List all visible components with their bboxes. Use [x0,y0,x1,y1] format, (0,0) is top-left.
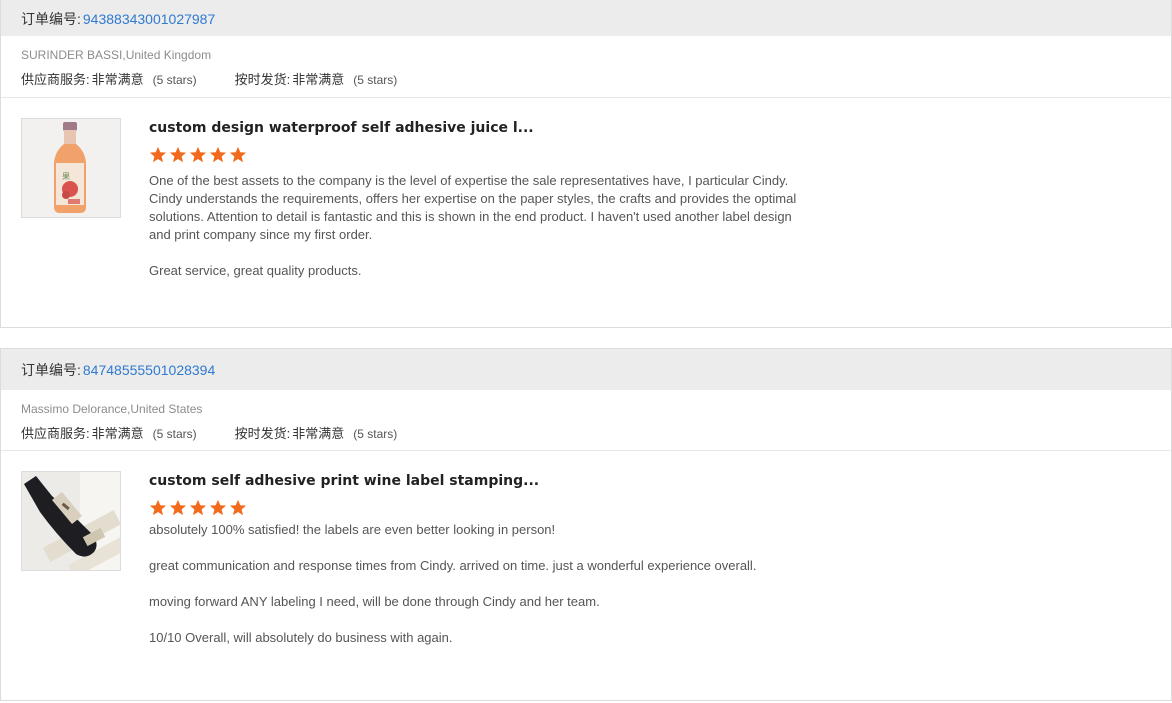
wine-bottle-image [22,472,120,570]
review-paragraph: Great service, great quality products. [149,263,362,278]
order-number-link[interactable]: 84748555501028394 [83,362,215,378]
star-rating [149,499,1151,517]
ratings-row: 供应商服务: 非常满意 (5 stars) 按时发货: 非常满意 (5 star… [21,426,1151,442]
product-title-link[interactable]: custom self adhesive print wine label st… [149,472,1151,490]
supplier-service-value: 非常满意 [91,426,144,441]
order-number-label: 订单编号: [21,361,81,378]
buyer-section: SURINDER BASSI,United Kingdom 供应商服务: 非常满… [1,36,1171,98]
supplier-service-stars: (5 stars) [152,427,197,441]
delivery-value: 非常满意 [292,72,345,87]
star-icon [209,146,227,163]
supplier-service-label: 供应商服务: [21,426,90,441]
order-header: 订单编号: 84748555501028394 [1,349,1171,390]
product-thumbnail[interactable]: 果 [21,118,121,218]
star-icon [229,499,247,516]
review-text: One of the best assets to the company is… [149,172,1151,280]
review-text: absolutely 100% satisfied! the labels ar… [149,521,1151,647]
product-body: custom self adhesive print wine label st… [149,472,1151,647]
star-icon [149,499,167,516]
supplier-service-value: 非常满意 [91,72,144,87]
review-card: 订单编号: 84748555501028394 Massimo Deloranc… [0,348,1172,701]
delivery-label: 按时发货: [234,72,291,87]
delivery-value: 非常满意 [292,426,345,441]
review-paragraph: absolutely 100% satisfied! the labels ar… [149,522,556,537]
supplier-service-stars: (5 stars) [152,73,197,87]
review-paragraph: great communication and response times f… [149,558,757,573]
supplier-service-label: 供应商服务: [21,72,90,87]
delivery-stars: (5 stars) [353,73,398,87]
buyer-name: Massimo Delorance,United States [21,402,203,416]
product-section: custom self adhesive print wine label st… [1,451,1171,647]
star-icon [229,146,247,163]
star-icon [189,499,207,516]
star-icon [149,146,167,163]
review-paragraph: moving forward ANY labeling I need, will… [149,594,600,609]
delivery-rating: 按时发货: 非常满意 (5 stars) [235,72,398,88]
star-icon [189,146,207,163]
juice-bottle-image: 果 [22,119,120,217]
delivery-stars: (5 stars) [353,427,398,441]
review-card: 订单编号: 94388343001027987 SURINDER BASSI,U… [0,0,1172,328]
star-icon [169,499,187,516]
review-paragraph: 10/10 Overall, will absolutely do busine… [149,630,453,645]
review-paragraph: One of the best assets to the company is… [149,173,797,242]
product-thumbnail[interactable] [21,471,121,571]
svg-text:果: 果 [62,172,70,181]
delivery-rating: 按时发货: 非常满意 (5 stars) [235,426,398,442]
star-icon [209,499,227,516]
order-header: 订单编号: 94388343001027987 [1,0,1171,36]
order-number-label: 订单编号: [21,10,81,27]
supplier-service-rating: 供应商服务: 非常满意 (5 stars) [21,72,197,88]
ratings-row: 供应商服务: 非常满意 (5 stars) 按时发货: 非常满意 (5 star… [21,72,1151,88]
product-section: 果 custom design waterproof self adhesive… [1,98,1171,280]
buyer-section: Massimo Delorance,United States 供应商服务: 非… [1,390,1171,451]
order-number-link[interactable]: 94388343001027987 [83,11,215,27]
star-icon [169,146,187,163]
product-title-link[interactable]: custom design waterproof self adhesive j… [149,119,1151,137]
buyer-name: SURINDER BASSI,United Kingdom [21,48,212,62]
product-body: custom design waterproof self adhesive j… [149,119,1151,280]
delivery-label: 按时发货: [234,426,291,441]
supplier-service-rating: 供应商服务: 非常满意 (5 stars) [21,426,197,442]
star-rating [149,146,1151,164]
